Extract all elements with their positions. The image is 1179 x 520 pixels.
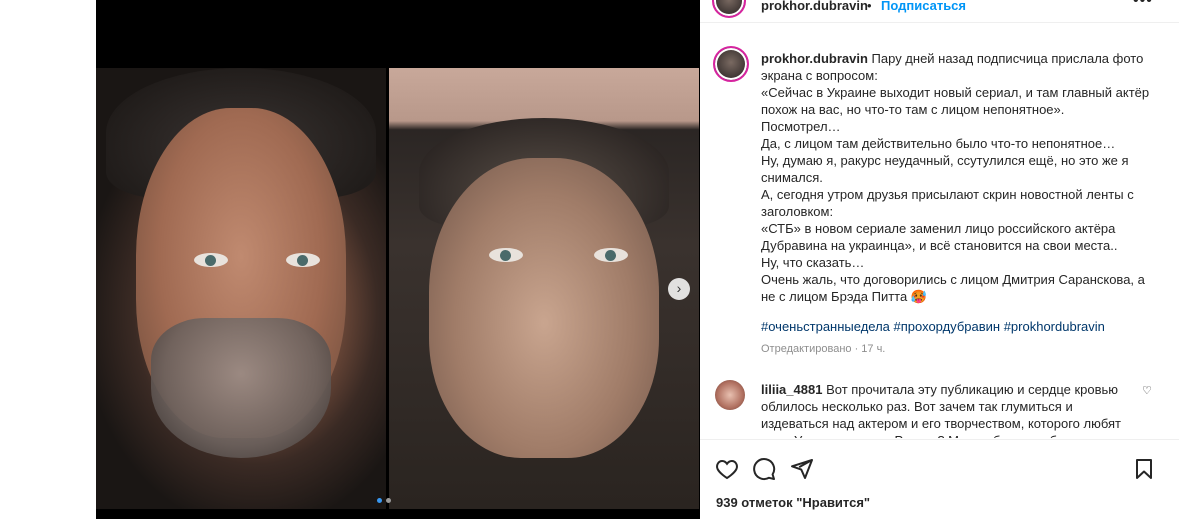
bookmark-icon[interactable] <box>1132 457 1156 481</box>
post-media-carousel[interactable]: › <box>96 0 700 519</box>
caption-section: prokhor.dubravin Пару дней назад подписч… <box>700 34 1179 364</box>
follow-button[interactable]: Подписаться <box>881 0 966 13</box>
carousel-dots <box>375 490 393 508</box>
beard <box>151 318 331 458</box>
header-avatar[interactable] <box>712 0 746 18</box>
caption-line: А, сегодня утром друзья присылают скрин … <box>761 187 1134 219</box>
carousel-dot-active <box>377 498 382 503</box>
heart-icon[interactable] <box>715 457 739 481</box>
eye <box>194 253 228 267</box>
carousel-dot <box>386 498 391 503</box>
caption-line: «Сейчас в Украине выходит новый сериал, … <box>761 85 1150 117</box>
caption-text: prokhor.dubravin Пару дней назад подписч… <box>761 50 1161 305</box>
hashtag-links[interactable]: #оченьстранныедела #прохордубравин #prok… <box>761 319 1161 334</box>
face <box>429 158 659 458</box>
carousel-next-button[interactable]: › <box>668 278 690 300</box>
commenter-avatar[interactable] <box>715 380 745 410</box>
caption-line: Ну, думаю я, ракурс неудачный, ссутулилс… <box>761 153 1129 185</box>
post-timestamp: Отредактировано · 17 ч. <box>761 343 886 355</box>
more-options-icon[interactable]: ••• <box>1133 0 1153 10</box>
share-icon[interactable] <box>790 457 814 481</box>
caption-line: Очень жаль, что договорились с лицом Дми… <box>761 272 1145 304</box>
header-username[interactable]: prokhor.dubravin <box>761 0 868 13</box>
post-actions-bar: 939 отметок "Нравится" <box>700 439 1179 520</box>
caption-line: Посмотрел… <box>761 119 841 134</box>
likes-count[interactable]: 939 отметок "Нравится" <box>716 495 870 510</box>
eye <box>594 248 628 262</box>
post-header: prokhor.dubravin • Подписаться ••• <box>700 0 1179 23</box>
post-side-panel: prokhor.dubravin • Подписаться ••• prokh… <box>700 0 1179 519</box>
caption-line: Да, с лицом там действительно было что-т… <box>761 136 1116 151</box>
commenter-username[interactable]: liliia_4881 <box>761 382 822 397</box>
eye <box>286 253 320 267</box>
photo-replaced-face <box>389 68 699 509</box>
page-margin <box>0 0 96 519</box>
caption-line: «СТБ» в новом сериале заменил лицо росси… <box>761 221 1118 253</box>
comment-text: liliia_4881 Вот прочитала эту публикацию… <box>761 381 1136 438</box>
photo-original-actor <box>96 68 386 509</box>
comment-icon[interactable] <box>752 457 776 481</box>
caption-avatar[interactable] <box>713 46 749 82</box>
caption-line: Ну, что сказать… <box>761 255 865 270</box>
comment-item: liliia_4881 Вот прочитала эту публикацию… <box>700 378 1179 438</box>
separator-dot: • <box>867 0 872 13</box>
eye <box>489 248 523 262</box>
caption-username[interactable]: prokhor.dubravin <box>761 51 868 66</box>
comment-like-icon[interactable]: ♡ <box>1142 384 1152 397</box>
